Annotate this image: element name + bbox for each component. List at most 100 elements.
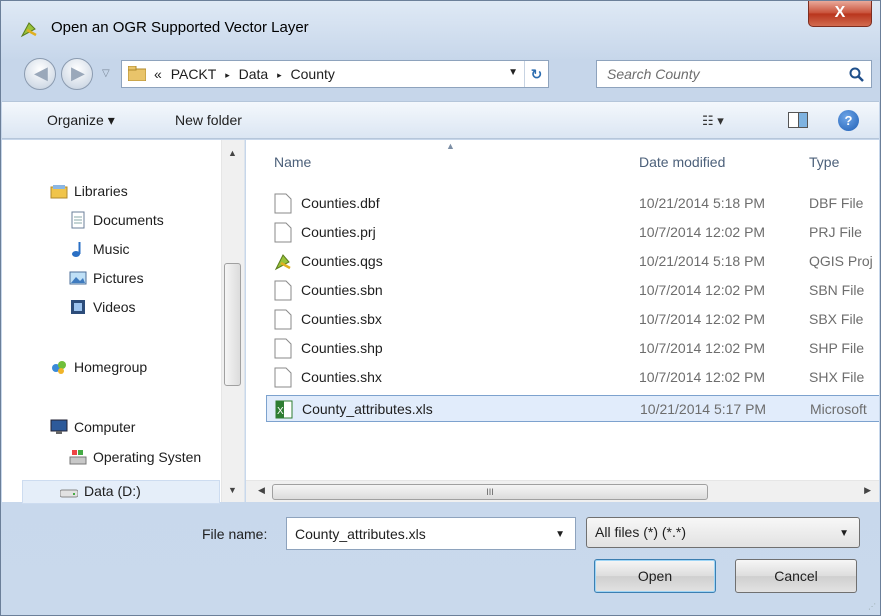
file-date: 10/7/2014 12:02 PM (639, 340, 766, 356)
file-date: 10/21/2014 5:18 PM (639, 195, 766, 211)
scroll-down-icon[interactable]: ▼ (228, 485, 237, 495)
preview-pane-button[interactable] (788, 112, 808, 128)
column-header-date[interactable]: Date modified (639, 154, 725, 170)
music-icon (72, 242, 81, 257)
file-name-input[interactable] (295, 526, 535, 542)
chevron-down-icon[interactable]: ▼ (839, 528, 849, 539)
file-name: Counties.shp (301, 340, 383, 356)
close-button[interactable]: X (808, 1, 872, 27)
file-name: Counties.shx (301, 369, 382, 385)
file-type: SBX File (809, 311, 864, 327)
navigation-pane: Libraries Documents Music Pictures Video… (2, 140, 245, 504)
file-type: SHP File (809, 340, 864, 356)
documents-icon (71, 211, 85, 229)
file-type-value: All files (*) (*.*) (595, 524, 687, 540)
recent-locations-dropdown[interactable]: ▽ (102, 68, 110, 79)
command-bar: Organize ▾ New folder ☷ ▾ ? (2, 101, 879, 139)
file-type-select[interactable]: All files (*) (*.*) ▼ (586, 517, 860, 548)
file-name: Counties.prj (301, 224, 376, 240)
breadcrumb-separator-icon[interactable]: ▸ (277, 70, 282, 80)
breadcrumb: « PACKT ▸ Data ▸ County (154, 66, 340, 82)
file-date: 10/21/2014 5:17 PM (640, 401, 767, 417)
address-dropdown-icon[interactable]: ▼ (508, 67, 518, 78)
generic-file-icon (274, 280, 292, 301)
breadcrumb-separator-icon[interactable]: ▸ (225, 70, 230, 80)
open-button[interactable]: Open (594, 559, 716, 593)
open-file-dialog: Open an OGR Supported Vector Layer X ◀ ▶… (0, 0, 881, 616)
new-folder-button[interactable]: New folder (175, 112, 242, 128)
file-name-combobox[interactable]: ▼ (286, 517, 576, 550)
cancel-button[interactable]: Cancel (735, 559, 857, 593)
breadcrumb-county[interactable]: County (291, 66, 335, 82)
homegroup-icon (52, 361, 66, 374)
change-view-button[interactable]: ☷ ▾ (702, 113, 724, 129)
file-type: DBF File (809, 195, 864, 211)
file-row[interactable]: Counties.qgs 10/21/2014 5:18 PM QGIS Pro… (266, 248, 879, 275)
back-arrow-icon: ◀ (34, 63, 48, 83)
file-row[interactable]: Counties.shx 10/7/2014 12:02 PM SHX File (266, 364, 879, 391)
search-icon[interactable] (849, 67, 865, 83)
column-header-type[interactable]: Type (809, 154, 839, 170)
breadcrumb-packt[interactable]: PACKT (171, 66, 217, 82)
horizontal-scroll-thumb[interactable]: III (272, 484, 708, 500)
videos-icon (71, 300, 85, 314)
file-type: QGIS Proj (809, 253, 873, 269)
nav-scroll-thumb[interactable] (224, 263, 241, 386)
file-date: 10/7/2014 12:02 PM (639, 369, 766, 385)
scroll-up-icon[interactable]: ▲ (228, 148, 237, 158)
qgis-icon (20, 22, 37, 38)
file-name-label: File name: (202, 526, 268, 542)
refresh-button[interactable]: ↻ (524, 61, 548, 87)
file-list: ▲ Name Date modified Type Counties.dbf 1… (246, 140, 879, 502)
nav-item-label: Videos (93, 299, 136, 315)
file-name: Counties.dbf (301, 195, 380, 211)
nav-scrollbar[interactable]: ▲ ▼ (221, 140, 244, 502)
file-type: Microsoft (810, 401, 867, 417)
horizontal-scrollbar[interactable]: ◀ III ▶ (246, 480, 879, 502)
file-type: PRJ File (809, 224, 862, 240)
forward-button[interactable]: ▶ (61, 58, 93, 90)
nav-item-label: Documents (93, 212, 164, 228)
generic-file-icon (274, 367, 292, 388)
help-button[interactable]: ? (838, 110, 859, 131)
nav-item-label: Pictures (93, 270, 144, 286)
resize-grip-icon[interactable]: ⋰ (868, 602, 876, 611)
forward-arrow-icon: ▶ (71, 63, 85, 83)
column-header-name[interactable]: Name (274, 154, 311, 170)
file-date: 10/7/2014 12:02 PM (639, 311, 766, 327)
generic-file-icon (274, 309, 292, 330)
breadcrumb-data[interactable]: Data (239, 66, 269, 82)
window-title: Open an OGR Supported Vector Layer (51, 19, 309, 36)
file-date: 10/7/2014 12:02 PM (639, 224, 766, 240)
file-type: SHX File (809, 369, 865, 385)
file-row-selected[interactable]: X County_attributes.xls 10/21/2014 5:17 … (266, 395, 879, 422)
nav-item-label: Homegroup (74, 359, 148, 375)
file-name: Counties.qgs (301, 253, 383, 269)
file-date: 10/7/2014 12:02 PM (639, 282, 766, 298)
file-row[interactable]: Counties.sbx 10/7/2014 12:02 PM SBX File (266, 306, 879, 333)
nav-item-label: Computer (74, 419, 136, 435)
sort-ascending-icon: ▲ (446, 141, 455, 151)
search-input[interactable] (607, 66, 837, 82)
qgis-file-icon (274, 254, 291, 271)
libraries-icon (50, 185, 68, 199)
scroll-left-icon[interactable]: ◀ (258, 485, 265, 496)
breadcrumb-overflow[interactable]: « (154, 66, 162, 82)
excel-file-icon: X (275, 400, 293, 419)
back-button[interactable]: ◀ (24, 58, 56, 90)
file-row[interactable]: Counties.prj 10/7/2014 12:02 PM PRJ File (266, 219, 879, 246)
scroll-right-icon[interactable]: ▶ (864, 485, 871, 496)
file-row[interactable]: Counties.sbn 10/7/2014 12:02 PM SBN File (266, 277, 879, 304)
generic-file-icon (274, 193, 292, 214)
computer-icon (50, 419, 68, 434)
pictures-icon (69, 271, 87, 285)
file-type: SBN File (809, 282, 865, 298)
file-name: County_attributes.xls (302, 401, 433, 417)
address-bar[interactable]: « PACKT ▸ Data ▸ County ▼ ↻ (121, 60, 549, 88)
search-box[interactable] (596, 60, 872, 88)
organize-button[interactable]: Organize ▾ (47, 112, 115, 129)
file-row[interactable]: Counties.shp 10/7/2014 12:02 PM SHP File (266, 335, 879, 362)
file-name: Counties.sbn (301, 282, 383, 298)
file-row[interactable]: Counties.dbf 10/21/2014 5:18 PM DBF File (266, 190, 879, 217)
chevron-down-icon[interactable]: ▼ (555, 529, 565, 540)
